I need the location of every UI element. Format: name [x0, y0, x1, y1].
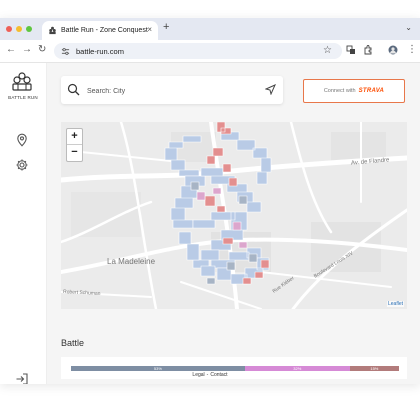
- contact-link[interactable]: Contact: [210, 372, 227, 378]
- navigation-arrow-icon[interactable]: [265, 84, 276, 95]
- back-arrow-icon[interactable]: ←: [6, 44, 16, 55]
- settings-gear-icon[interactable]: [15, 158, 29, 172]
- page-footer: Legal - Contact: [0, 372, 420, 378]
- minimize-window-button[interactable]: [16, 26, 22, 32]
- close-window-button[interactable]: [6, 26, 12, 32]
- url-text: battle-run.com: [76, 46, 124, 56]
- battle-run-logo[interactable]: [10, 71, 34, 93]
- legal-link[interactable]: Legal: [192, 372, 204, 378]
- city-search-input[interactable]: [85, 82, 259, 100]
- tab-search-chevron-icon[interactable]: ⌄: [405, 23, 412, 32]
- connect-strava-button[interactable]: Connect with STRAVA: [303, 79, 405, 103]
- tab-title: Battle Run - Zone Conquest: [61, 27, 148, 34]
- leaflet-attribution-link[interactable]: Leaflet: [386, 301, 404, 307]
- profile-avatar-icon[interactable]: [388, 45, 398, 55]
- zoom-out-button[interactable]: −: [67, 145, 82, 160]
- browser-window: Battle Run - Zone Conquest × + ⌄ ← → ↻ b…: [0, 18, 420, 384]
- battle-segment-2: 32%: [244, 366, 350, 371]
- zoom-control: + −: [66, 128, 83, 162]
- extensions-puzzle-icon[interactable]: [363, 45, 373, 55]
- reload-icon[interactable]: ↻: [38, 44, 46, 55]
- place-label-la-madeleine: La Madeleine: [107, 257, 156, 266]
- city-search-box: [61, 76, 283, 104]
- zone-map[interactable]: + − Av. de Flandre La Madeleine Robert S…: [61, 122, 407, 309]
- battle-run-favicon-icon: [49, 26, 56, 35]
- battle-progress-bar: 53% 32% 15%: [71, 366, 399, 371]
- map-tiles[interactable]: [61, 122, 407, 309]
- tab-close-icon[interactable]: ×: [147, 25, 152, 34]
- connect-strava-label: Connect with: [323, 88, 356, 94]
- app-sidebar: BATTLE RUN: [0, 63, 47, 384]
- logo-text: BATTLE RUN: [8, 95, 38, 100]
- address-bar[interactable]: battle-run.com ☆: [54, 43, 342, 59]
- translate-icon[interactable]: [346, 45, 356, 55]
- battle-segment-3: 15%: [349, 366, 399, 371]
- zoom-in-button[interactable]: +: [67, 129, 82, 145]
- new-tab-button[interactable]: +: [163, 21, 169, 33]
- footer-separator: -: [206, 372, 209, 378]
- location-pin-icon[interactable]: [15, 133, 29, 147]
- browser-menu-icon[interactable]: ⋮: [407, 44, 417, 55]
- maximize-window-button[interactable]: [26, 26, 32, 32]
- forward-arrow-icon[interactable]: →: [22, 44, 32, 55]
- main-content: Connect with STRAVA: [47, 63, 420, 384]
- search-icon: [67, 83, 80, 96]
- tab-bar: Battle Run - Zone Conquest × + ⌄: [0, 18, 420, 40]
- battle-section-title: Battle: [61, 338, 85, 348]
- strava-brand-text: STRAVA: [358, 88, 385, 94]
- browser-toolbar: ← → ↻ battle-run.com ☆ ⋮: [0, 40, 420, 63]
- browser-tab[interactable]: Battle Run - Zone Conquest ×: [42, 21, 158, 40]
- battle-segment-1: 53%: [71, 366, 245, 371]
- site-settings-icon[interactable]: [61, 47, 70, 56]
- bookmark-star-icon[interactable]: ☆: [323, 45, 332, 56]
